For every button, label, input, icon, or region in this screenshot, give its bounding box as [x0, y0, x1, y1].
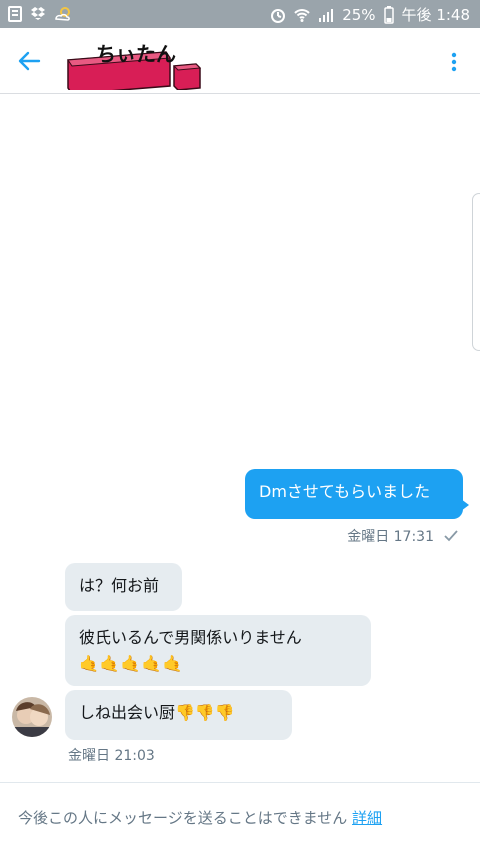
alarm-icon [271, 8, 286, 23]
status-right: 25% 午後 1:48 [270, 4, 470, 25]
received-message-bubble[interactable]: しね出会い厨👎👎👎 [65, 690, 292, 740]
sent-message-text: Dmさせてもらいました [259, 482, 431, 501]
arrow-left-icon [18, 51, 41, 71]
more-vertical-icon [451, 52, 457, 72]
check-icon [444, 530, 458, 542]
avatar[interactable] [12, 697, 52, 737]
conversation-header: ちぃたん [0, 28, 480, 94]
received-message-text: しね出会い厨👎👎👎 [79, 703, 235, 722]
received-message-bubble[interactable]: は？何お前 [65, 563, 182, 611]
details-link[interactable]: 詳細 [352, 809, 382, 827]
received-message-bubble[interactable]: 彼氏いるんで男関係いりません 🤙🤙🤙🤙🤙 [65, 615, 371, 686]
sent-message-bubble[interactable]: Dmさせてもらいました [245, 469, 469, 519]
bubble-tail [461, 499, 469, 511]
signal-icon [319, 8, 334, 22]
contact-name: ちぃたん [96, 42, 176, 66]
back-button[interactable] [12, 46, 46, 76]
notice-text: 今後この人にメッセージを送ることはできません [18, 809, 348, 827]
status-bar: 25% 午後 1:48 [0, 0, 480, 28]
wifi-icon [294, 8, 310, 22]
received-message-text: は？何お前 [79, 576, 160, 595]
sent-message-meta: 金曜日 17:31 [347, 526, 458, 546]
notebook-icon [8, 6, 22, 22]
scroll-handle[interactable] [472, 193, 480, 351]
footer-notice: 今後この人にメッセージを送ることはできません 詳細 [0, 782, 480, 853]
received-message-text: 彼氏いるんで男関係いりません [79, 628, 302, 647]
more-options-button[interactable] [442, 48, 466, 76]
battery-icon [383, 5, 394, 24]
clock-text: 午後 1:48 [401, 6, 470, 24]
conversation-title: ちぃたん [66, 36, 206, 90]
avatar-image [12, 697, 52, 737]
weather-icon [55, 7, 70, 21]
battery-percent: 25% [342, 5, 376, 24]
status-left [8, 6, 72, 22]
dropbox-icon [31, 7, 45, 20]
notice-line: 今後この人にメッセージを送ることはできません 詳細 [18, 807, 382, 828]
received-timestamp: 金曜日 21:03 [68, 748, 155, 764]
sent-timestamp: 金曜日 17:31 [347, 529, 434, 545]
emoji-row: 🤙🤙🤙🤙🤙 [79, 654, 184, 673]
